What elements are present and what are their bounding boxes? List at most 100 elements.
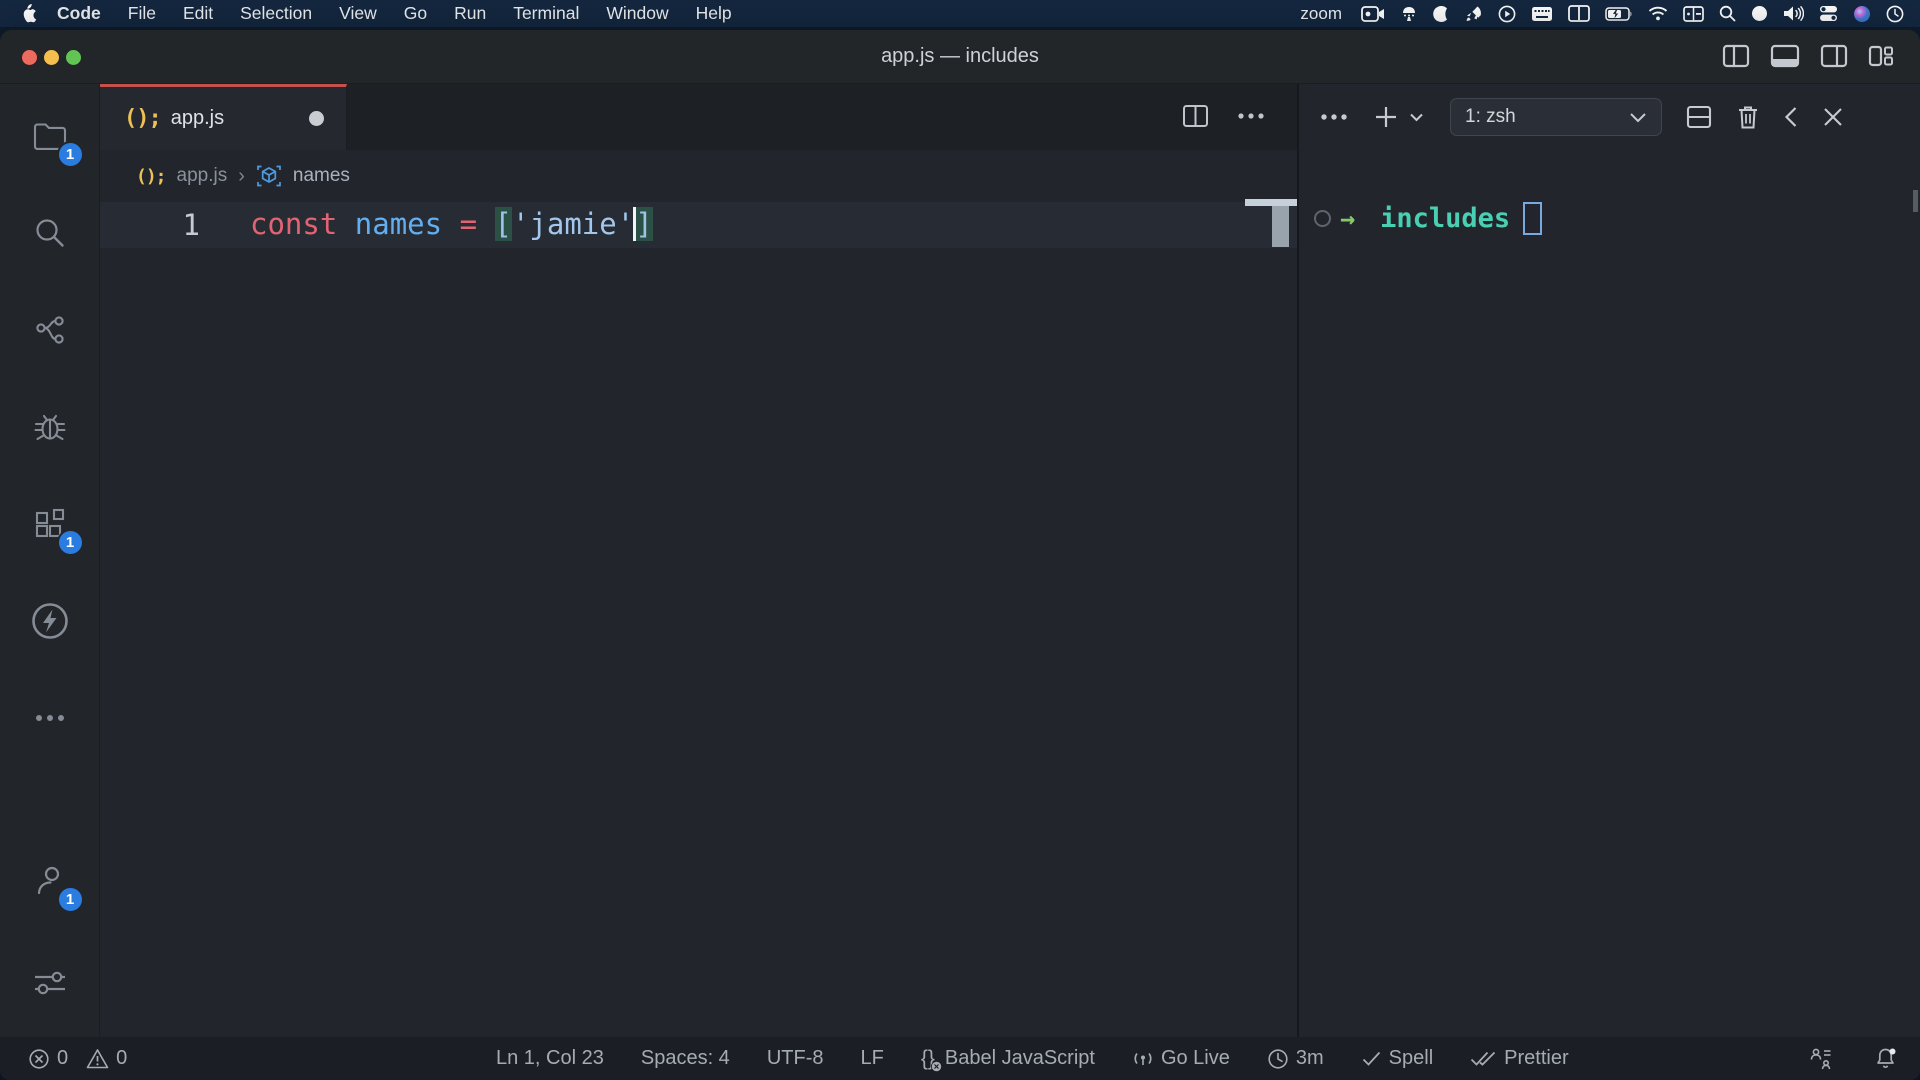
- battery-icon[interactable]: [1605, 7, 1633, 21]
- chevron-down-icon: [1629, 112, 1647, 123]
- editor-scrollbar-thumb[interactable]: [1272, 206, 1289, 247]
- toggle-secondary-sidebar-icon[interactable]: [1820, 44, 1848, 68]
- cursor-position[interactable]: Ln 1, Col 23: [496, 1047, 604, 1070]
- problems-errors[interactable]: 0: [28, 1047, 68, 1070]
- rocket-icon[interactable]: [1465, 5, 1483, 23]
- token-const: const: [250, 207, 337, 241]
- new-terminal-icon[interactable]: [1373, 104, 1399, 130]
- clock-icon[interactable]: [1886, 5, 1904, 23]
- volume-icon[interactable]: [1783, 5, 1804, 22]
- toggle-primary-sidebar-icon[interactable]: [1722, 44, 1750, 68]
- spell-checker[interactable]: Spell: [1361, 1047, 1433, 1070]
- terminal-header: 1: zsh: [1299, 84, 1920, 150]
- keyboard-icon[interactable]: [1531, 6, 1553, 22]
- broadcast-icon: [1132, 1050, 1154, 1068]
- terminal-more-actions-icon[interactable]: [1319, 113, 1349, 121]
- menu-view[interactable]: View: [339, 3, 377, 24]
- symbol-cube-icon: [256, 163, 282, 189]
- display-icon[interactable]: [1568, 5, 1590, 22]
- timer[interactable]: 3m: [1267, 1047, 1324, 1070]
- lightning-circle-icon: [30, 601, 70, 641]
- sidebar-item-more-views[interactable]: [22, 690, 78, 746]
- language-mode[interactable]: {} Babel JavaScript: [921, 1047, 1095, 1071]
- tab-label: app.js: [171, 107, 224, 130]
- bug-icon: [32, 410, 68, 444]
- terminal-prompt-line[interactable]: → includes: [1314, 200, 1542, 236]
- menu-edit[interactable]: Edit: [183, 3, 213, 24]
- customize-layout-icon[interactable]: [1868, 44, 1894, 68]
- token-string-jamie: 'jamie': [512, 207, 634, 241]
- accounts-badge: 1: [57, 886, 84, 913]
- encoding[interactable]: UTF-8: [767, 1047, 824, 1070]
- terminal-command: includes: [1380, 203, 1510, 234]
- menu-terminal[interactable]: Terminal: [513, 3, 579, 24]
- vscode-window: app.js — includes 1: [0, 30, 1920, 1080]
- zoom-menu-text[interactable]: zoom: [1300, 4, 1342, 24]
- sidebar-item-thunder-client[interactable]: [22, 593, 78, 649]
- ellipsis-icon: [33, 713, 67, 723]
- terminal-cursor: [1523, 202, 1542, 235]
- toggle-panel-icon[interactable]: [1770, 44, 1800, 68]
- search-icon[interactable]: [1719, 5, 1736, 22]
- tab-bar: (); app.js: [100, 84, 1297, 150]
- menu-selection[interactable]: Selection: [240, 3, 312, 24]
- tab-modified-dot[interactable]: [309, 111, 324, 126]
- siri-icon[interactable]: [1853, 5, 1871, 23]
- new-terminal-dropdown-chevron-icon[interactable]: [1409, 112, 1424, 122]
- window-titlebar[interactable]: app.js — includes: [0, 30, 1920, 84]
- notifications-bell-icon[interactable]: [1873, 1046, 1898, 1071]
- terminal-shell-select[interactable]: 1: zsh: [1450, 98, 1662, 136]
- javascript-file-icon: ();: [136, 166, 166, 187]
- problems-warnings[interactable]: 0: [86, 1047, 127, 1070]
- terminal-shell-label: 1: zsh: [1465, 106, 1516, 128]
- control-center-icon[interactable]: [1819, 5, 1838, 22]
- close-panel-icon[interactable]: [1822, 106, 1844, 128]
- collapse-panel-chevron-left-icon[interactable]: [1784, 106, 1798, 128]
- code-line-1[interactable]: 1 const names = ['jamie']: [100, 202, 1297, 248]
- breadcrumb-file[interactable]: app.js: [177, 165, 228, 187]
- menu-run[interactable]: Run: [454, 3, 486, 24]
- command-decoration-icon[interactable]: [1314, 210, 1331, 227]
- sidebar-item-accounts[interactable]: 1: [22, 853, 78, 909]
- token-close-bracket: ]: [635, 207, 652, 241]
- menu-window[interactable]: Window: [606, 3, 668, 24]
- apple-logo-icon[interactable]: [20, 4, 37, 24]
- showerhead-icon[interactable]: [1400, 5, 1418, 23]
- sidebar-item-run-debug[interactable]: [22, 399, 78, 455]
- sidebar-item-extensions[interactable]: 1: [22, 496, 78, 552]
- activity-bar: 1 1: [0, 84, 100, 1037]
- video-camera-icon[interactable]: [1361, 6, 1385, 22]
- tab-app-js[interactable]: (); app.js: [100, 84, 347, 150]
- menu-go[interactable]: Go: [404, 3, 427, 24]
- eol-sequence[interactable]: LF: [860, 1047, 883, 1070]
- feedback-person-icon[interactable]: [1809, 1047, 1833, 1071]
- sidebar-item-source-control[interactable]: [22, 302, 78, 358]
- wifi-icon[interactable]: [1648, 6, 1668, 21]
- menu-file[interactable]: File: [128, 3, 156, 24]
- braces-icon: {}: [921, 1047, 938, 1071]
- prettier-formatter[interactable]: Prettier: [1470, 1047, 1568, 1070]
- kill-terminal-trash-icon[interactable]: [1736, 104, 1760, 130]
- indentation[interactable]: Spaces: 4: [641, 1047, 730, 1070]
- token-open-bracket: [: [495, 207, 512, 241]
- menu-code[interactable]: Code: [57, 3, 101, 24]
- warning-triangle-icon: [86, 1048, 109, 1069]
- split-terminal-icon[interactable]: [1686, 105, 1712, 129]
- sidebar-item-search[interactable]: [22, 205, 78, 261]
- menu-help[interactable]: Help: [696, 3, 732, 24]
- play-circle-icon[interactable]: [1498, 5, 1516, 23]
- breadcrumb-symbol[interactable]: names: [293, 165, 350, 187]
- sidebar-icon[interactable]: [1683, 6, 1704, 22]
- javascript-file-icon: ();: [124, 106, 161, 131]
- more-actions-icon[interactable]: [1237, 112, 1265, 120]
- split-editor-icon[interactable]: [1182, 104, 1209, 128]
- record-dot-icon[interactable]: [1751, 5, 1768, 22]
- token-names: names: [355, 207, 442, 241]
- crescent-icon[interactable]: [1433, 5, 1450, 23]
- clock-icon: [1267, 1048, 1289, 1070]
- go-live[interactable]: Go Live: [1132, 1047, 1230, 1070]
- overview-ruler-cursor-mark: [1245, 199, 1297, 206]
- sidebar-item-explorer[interactable]: 1: [22, 108, 78, 164]
- sidebar-item-settings[interactable]: [22, 955, 78, 1011]
- prompt-arrow-icon: →: [1340, 204, 1355, 233]
